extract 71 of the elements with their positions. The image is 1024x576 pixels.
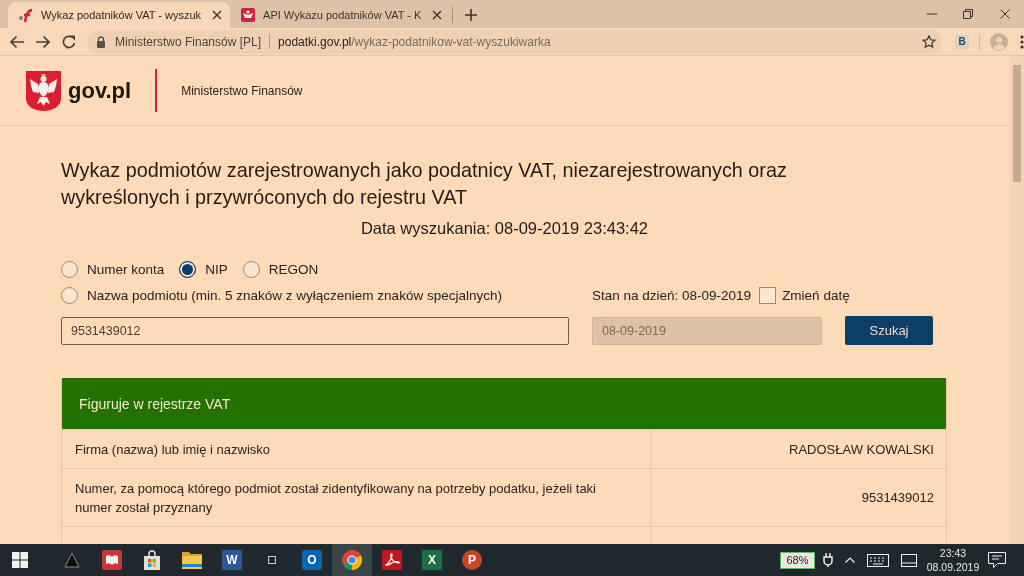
- tablet-icon[interactable]: [901, 553, 917, 567]
- taskbar-button[interactable]: [332, 544, 372, 576]
- site-identity: Ministerstwo Finansów [PL]: [115, 34, 262, 49]
- search-date: Data wyszukania: 08-09-2019 23:43:42: [359, 218, 650, 239]
- table-cell-text: Numer, za pomocą którego podmiot został zidentyfikowany na potrzeby podatku, jeżeli taki numer został przyznany: [74, 479, 597, 517]
- table-cell: 9531439012: [650, 469, 946, 526]
- radio-label: Numer konta: [87, 261, 165, 277]
- close-icon[interactable]: [1000, 9, 1010, 19]
- emblem-icon: [240, 7, 257, 23]
- menu-icon[interactable]: [1020, 34, 1024, 49]
- plug-icon: [823, 553, 833, 567]
- app-letter-tile: W: [222, 550, 242, 570]
- swoosh-logo-icon: [18, 7, 34, 23]
- status-banner: Figuruje w rejestrze VAT: [62, 378, 946, 429]
- search-button[interactable]: Szukaj: [845, 316, 933, 345]
- restore-icon[interactable]: [963, 9, 973, 19]
- query-field[interactable]: 9531439012: [61, 317, 569, 345]
- radio-label: Nazwa podmiotu (min. 5 znaków z wyłączeniem znaków specjalnych): [87, 287, 502, 303]
- tab-title: API Wykazu podatników VAT - K: [263, 9, 422, 21]
- taskbar-button[interactable]: W: [212, 544, 252, 576]
- site-logo-text[interactable]: gov.pl: [68, 77, 132, 104]
- ministry-name: Ministerstwo Finansów: [181, 83, 303, 98]
- eagle-shield-icon: [26, 70, 61, 111]
- scrollbar-thumb[interactable]: [1013, 65, 1021, 182]
- taskbar-button[interactable]: P: [452, 544, 492, 576]
- table-cell-text: Firma (nazwa) lub imię i nazwisko: [74, 440, 272, 459]
- page-title: Wykaz podmiotów zarejestrowanych jako podatnicy VAT, niezarejestrowanych oraz wykreślonych i przywróconych do rejestru VAT: [61, 158, 788, 210]
- forward-arrow-icon[interactable]: [35, 33, 51, 50]
- shopping-bag-icon: [142, 550, 162, 570]
- star-icon[interactable]: [922, 34, 936, 49]
- book-icon: [102, 550, 122, 570]
- radio-button[interactable]: [242, 260, 260, 278]
- radio-label: REGON: [268, 261, 319, 277]
- radio-button[interactable]: [61, 260, 78, 278]
- app-letter-tile: P: [462, 550, 482, 570]
- radio-button[interactable]: [179, 260, 197, 278]
- browser-tab[interactable]: API Wykazu podatników VAT - K: [230, 2, 451, 28]
- lock-icon: [96, 35, 106, 48]
- square-icon: [268, 556, 276, 564]
- swirl-tile-icon: [382, 550, 402, 570]
- browser-tab[interactable]: Wykaz podatników VAT - wyszuk: [8, 2, 231, 28]
- app-letter-tile: X: [422, 550, 442, 570]
- extension-button[interactable]: B: [955, 34, 969, 49]
- keyboard-icon[interactable]: [867, 553, 889, 567]
- tab-title: Wykaz podatników VAT - wyszuk: [41, 9, 202, 21]
- clock-date[interactable]: 08.09.2019: [926, 560, 980, 574]
- folder-icon: [182, 551, 202, 569]
- checkbox[interactable]: [759, 286, 777, 304]
- battery-percentage[interactable]: 68%: [780, 551, 815, 569]
- state-date-label: Stan na dzień: 08-09-2019: [592, 287, 752, 303]
- radio-label: NIP: [205, 261, 228, 277]
- start-icon[interactable]: [12, 552, 28, 568]
- pyramid-icon: [64, 552, 80, 568]
- taskbar-button[interactable]: O: [292, 544, 332, 576]
- clock-time[interactable]: 23:43: [939, 546, 967, 560]
- segmented-circle-icon: [342, 550, 362, 570]
- back-arrow-icon[interactable]: [9, 33, 25, 50]
- checkbox-label: Zmień datę: [782, 287, 850, 303]
- plus-icon[interactable]: [465, 9, 478, 21]
- radio-button[interactable]: [61, 286, 78, 304]
- reload-icon[interactable]: [61, 33, 77, 50]
- close-icon[interactable]: [432, 10, 443, 20]
- close-icon[interactable]: [212, 10, 223, 20]
- table-cell: RADOSŁAW KOWALSKI: [650, 430, 946, 468]
- caret-up-icon[interactable]: [845, 557, 855, 563]
- notification-icon[interactable]: [988, 552, 1006, 568]
- taskbar-button[interactable]: X: [412, 544, 452, 576]
- app-letter-tile: O: [302, 550, 322, 570]
- scrollbar[interactable]: [1010, 56, 1024, 544]
- address-bar[interactable]: Ministerstwo Finansów [PL] podatki.gov.pl/wykaz-podatnikow-vat-wyszukiwarka: [87, 29, 942, 54]
- url-text: podatki.gov.pl/wykaz-podatnikow-vat-wyszukiwarka: [278, 34, 551, 49]
